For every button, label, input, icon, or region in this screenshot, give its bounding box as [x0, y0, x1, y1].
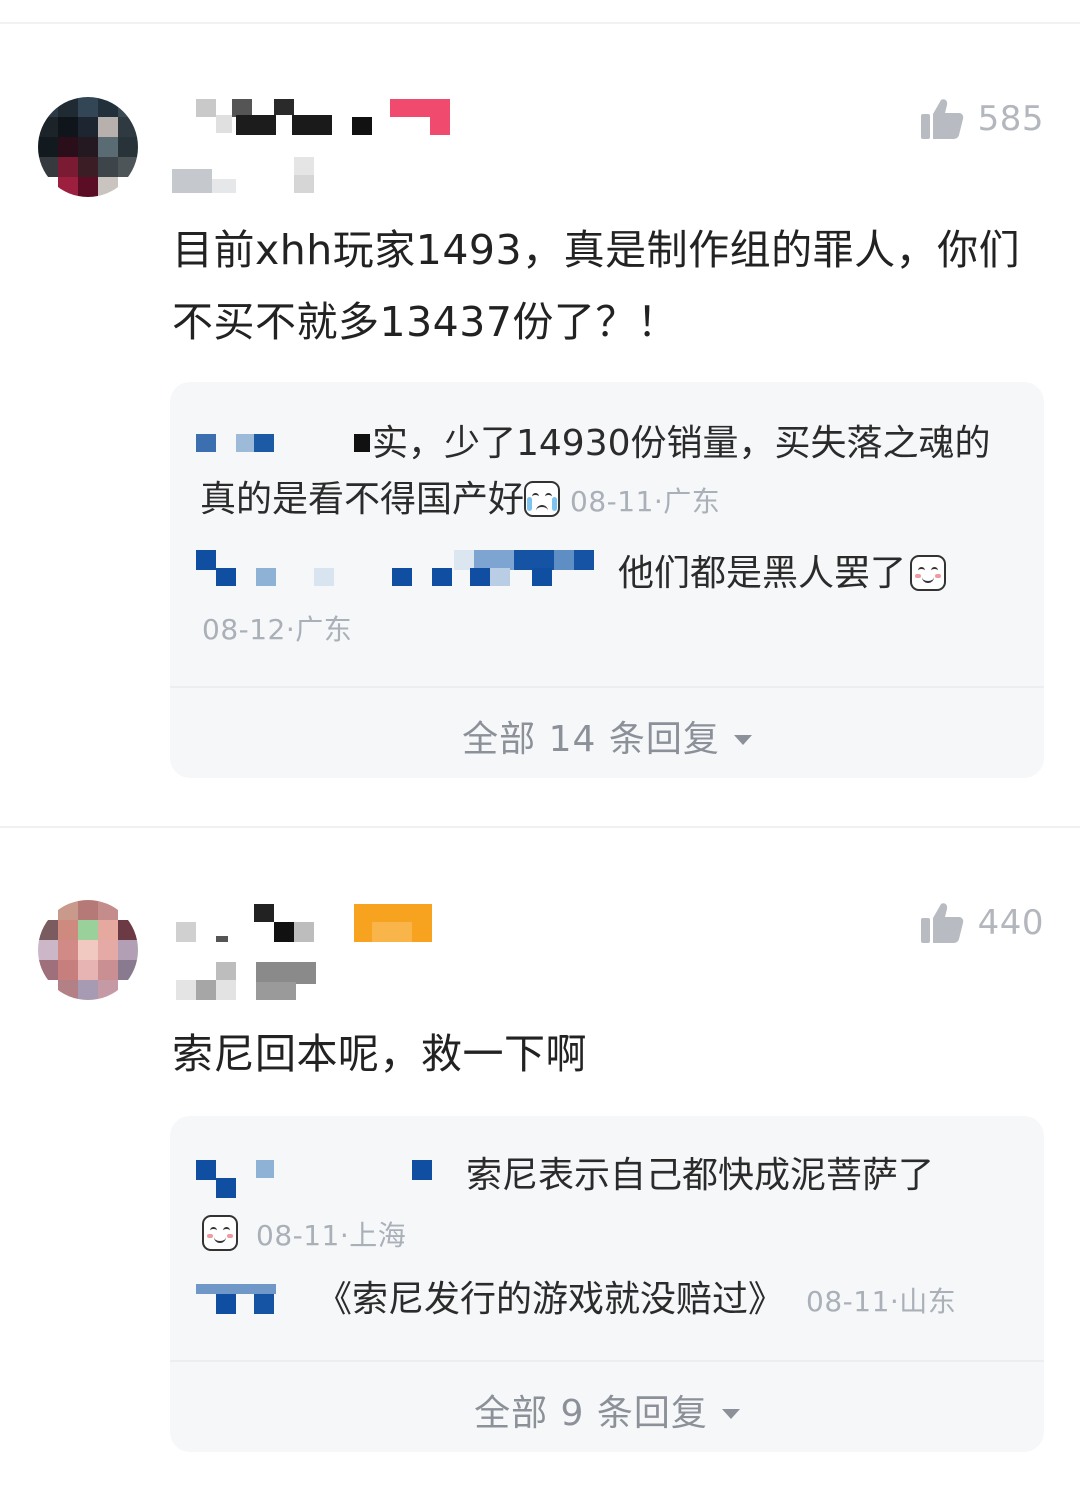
reply-meta: 08-11·上海: [202, 1214, 406, 1254]
reply-username[interactable]: [196, 548, 616, 590]
reply-text: 《索尼发行的游戏就没赔过》: [316, 1279, 785, 1320]
reply-item[interactable]: 实，少了14930份销量，买失落之魂的真的是看不得国产好 08-11·广东: [200, 416, 1004, 530]
comment-text: 目前xhh玩家1493，真是制作组的罪人，你们不买不就多13437份了？！: [172, 226, 1021, 346]
like-button[interactable]: 440: [920, 902, 1044, 944]
reply-meta: 08-12·广东: [202, 613, 353, 646]
reply-box: 索尼表示自己都快成泥菩萨了 08-11·上海 《索尼发行的游戏就没赔过》 08-1…: [170, 1116, 1044, 1452]
reply-meta: 08-11·山东: [806, 1285, 957, 1318]
reply-divider: [170, 1360, 1044, 1362]
reply-divider: [170, 686, 1044, 688]
like-count: 440: [977, 903, 1044, 943]
reply-meta: 08-11·广东: [570, 485, 721, 518]
all-replies-button[interactable]: 全部 14 条回复: [170, 710, 1044, 762]
crying-laugh-emoji: [524, 481, 561, 517]
thumbs-up-icon: [920, 903, 963, 943]
reply-item[interactable]: 索尼表示自己都快成泥菩萨了: [466, 1148, 1004, 1204]
comment-date: [172, 155, 322, 195]
all-replies-button[interactable]: 全部 9 条回复: [170, 1384, 1044, 1436]
reply-text: 索尼表示自己都快成泥菩萨了: [466, 1155, 935, 1196]
username[interactable]: [196, 97, 456, 137]
like-count: 585: [977, 99, 1044, 139]
smirk-emoji: [202, 1215, 238, 1251]
reply-username[interactable]: [196, 1158, 436, 1200]
username[interactable]: [176, 902, 436, 944]
reply-username[interactable]: [196, 1284, 286, 1316]
caret-down-icon: [721, 1409, 740, 1419]
avatar[interactable]: [38, 97, 138, 197]
thumbs-up-icon: [920, 99, 963, 139]
like-button[interactable]: 585: [920, 98, 1044, 140]
avatar[interactable]: [38, 900, 138, 1000]
comment-divider: [0, 826, 1080, 828]
reply-item[interactable]: 他们都是黑人罢了: [618, 546, 1004, 602]
reply-text: 他们都是黑人罢了: [618, 553, 907, 594]
comment-text: 索尼回本呢，救一下啊: [172, 1030, 587, 1078]
smirk-emoji: [910, 555, 947, 591]
reply-item[interactable]: 《索尼发行的游戏就没赔过》 08-11·山东: [316, 1272, 1004, 1330]
comment-date: [176, 960, 326, 1002]
top-divider: [0, 22, 1080, 24]
caret-down-icon: [733, 735, 752, 745]
reply-box: 实，少了14930份销量，买失落之魂的真的是看不得国产好 08-11·广东 他们都…: [170, 382, 1044, 778]
